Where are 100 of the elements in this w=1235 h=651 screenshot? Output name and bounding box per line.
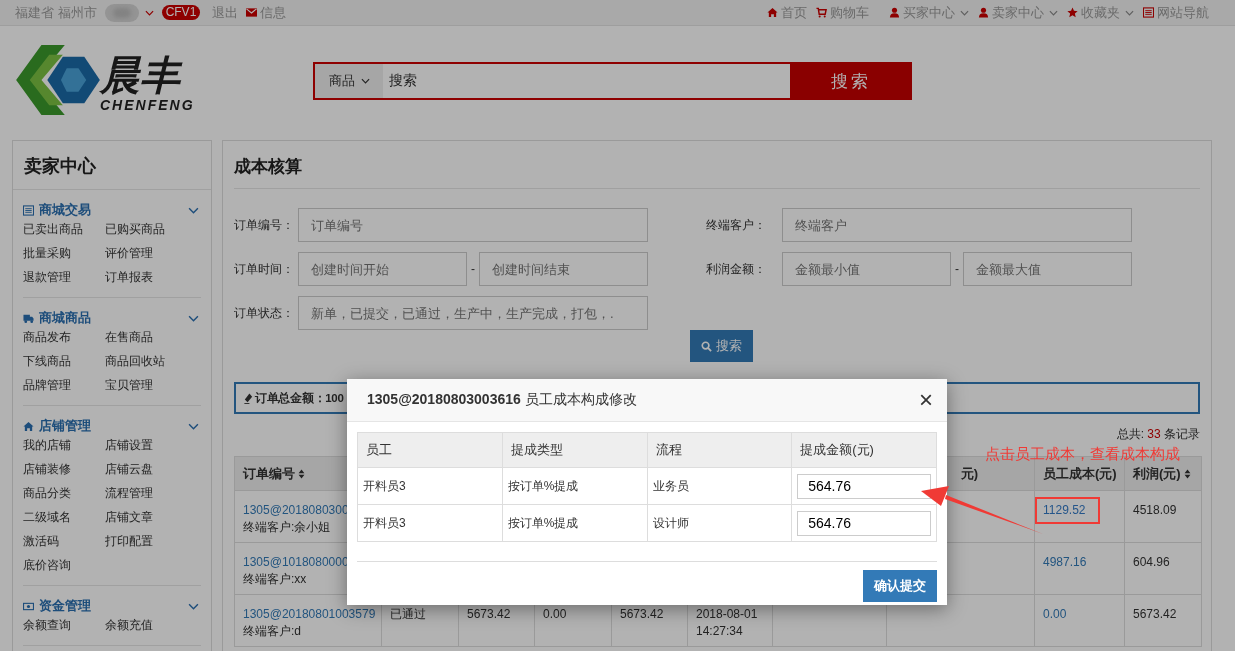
column-header: 提成金额(元) [791,432,937,468]
chevron-down-icon [360,78,370,84]
filter-field[interactable]: 终端客户 [782,208,1132,242]
filter-field[interactable]: 新单，已提交，已通过，生产中，生产完成，打包，. [298,296,648,330]
sidebar-link[interactable]: 已购买商品 [105,221,187,238]
filter-field[interactable]: 创建时间开始 [298,252,467,286]
column-header: 员工成本(元) [1043,464,1117,483]
page-title: 成本核算 [234,141,1200,189]
order-link[interactable]: 1305@2018080300 [243,503,349,517]
table-cell: 604.96 [1124,542,1202,595]
annotation-text: 点击员工成本，查看成本构成 [985,446,1180,463]
filter-label: 订单状态： [234,304,295,322]
sidebar-link[interactable]: 商品发布 [23,329,105,346]
table-cell: 5673.42 [1124,594,1202,647]
table-cell: 按订单%提成 [502,504,647,542]
banknote-icon [23,600,34,612]
sidebar-link[interactable]: 余额充值 [105,617,187,634]
user-icon [889,7,900,18]
sidebar-link[interactable]: 打印配置 [105,533,187,550]
column-header: 提成类型 [502,432,647,468]
logo-subtitle: CHENFENG [100,97,195,113]
record-count: 总共: 33 条记录 [1115,426,1200,443]
section-title[interactable]: 商城交易 [39,201,91,219]
column-header: 元) [960,464,978,483]
filter-field[interactable]: 订单编号 [298,208,648,242]
filter-field[interactable]: 金额最大值 [963,252,1132,286]
table-cell: 开料员3 [357,504,503,542]
order-link[interactable]: 1305@1018080000 [243,555,349,569]
filter-field[interactable]: 金额最小值 [782,252,951,286]
search-button[interactable]: 搜索 [790,62,912,100]
sidebar-link[interactable]: 批量采购 [23,245,105,262]
customer-text: 终端客户:余小姐 [243,520,331,534]
sidebar-link[interactable]: 品牌管理 [23,377,105,394]
customer-text: 终端客户:d [243,624,301,638]
cost-link[interactable]: 4987.16 [1043,555,1087,569]
sidebar-link[interactable]: 余额查询 [23,617,105,634]
table-cell: 按订单%提成 [502,467,647,505]
location-text: 福建省 福州市 [15,3,97,22]
envelope-icon [246,7,258,18]
sidebar-link[interactable]: 订单报表 [105,269,187,286]
customer-text: 终端客户:xx [243,572,307,586]
cart-icon [816,7,827,18]
sidebar-link[interactable]: 商品回收站 [105,353,187,370]
sidebar-link[interactable]: 已卖出商品 [23,221,105,238]
table-cell: 设计师 [647,504,792,542]
submit-button[interactable]: 确认提交 [863,570,937,602]
user-icon [978,7,989,18]
sidebar-link[interactable]: 流程管理 [105,485,187,502]
section-title[interactable]: 商城商品 [39,309,91,327]
chevron-down-icon[interactable] [144,9,154,16]
filter-label: 终端客户： [706,216,767,234]
close-button[interactable]: × [919,388,933,412]
sidebar-link[interactable]: 店铺装修 [23,461,105,478]
order-link[interactable]: 1305@20180801003579 [243,607,376,621]
filter-label: 订单时间： [234,260,295,278]
tag-icon [243,392,254,404]
chevron-down-icon[interactable] [188,314,199,322]
level-badge: CFV1 [161,5,201,20]
filter-field[interactable]: 创建时间结束 [479,252,648,286]
cost-link[interactable]: 1129.52 [1035,497,1100,524]
sidebar-link[interactable]: 下线商品 [23,353,105,370]
category-select[interactable]: 商品 [313,62,383,100]
search-field[interactable]: 搜索 [383,62,790,100]
filter-label: 订单编号： [234,216,295,234]
list-icon [1143,7,1154,18]
star-icon [1067,7,1078,18]
sidebar-link[interactable]: 店铺设置 [105,437,187,454]
table-cell: 业务员 [647,467,792,505]
section-title[interactable]: 资金管理 [39,597,91,615]
table-cell: 开料员3 [357,467,503,505]
range-separator: - [470,262,476,276]
filter-label: 利润金额： [706,260,767,278]
section-title[interactable]: 店铺管理 [39,417,91,435]
sidebar-link[interactable]: 在售商品 [105,329,187,346]
sidebar-link[interactable]: 退款管理 [23,269,105,286]
sidebar-link[interactable]: 评价管理 [105,245,187,262]
blurred-region [104,3,139,22]
logo-name: 晨丰 [100,53,195,97]
truck-icon [23,312,34,324]
dialog-title: 1305@20180803003616 员工成本构成修改 [367,391,637,409]
range-separator: - [954,262,960,276]
chevron-down-icon[interactable] [188,422,199,430]
cost-link[interactable]: 0.00 [1043,607,1067,621]
sidebar-link[interactable]: 底价咨询 [23,557,105,574]
search-icon [701,340,712,352]
sidebar-link[interactable]: 店铺文章 [105,509,187,526]
amount-field[interactable]: 564.76 [797,473,932,499]
sidebar-link[interactable]: 商品分类 [23,485,105,502]
sidebar-link[interactable]: 激活码 [23,533,105,550]
column-header: 员工 [357,432,503,468]
sidebar-link[interactable]: 宝贝管理 [105,377,187,394]
sidebar-link[interactable]: 我的店铺 [23,437,105,454]
chevron-down-icon[interactable] [188,206,199,214]
search-button[interactable]: 搜索 [690,330,753,362]
home-icon [23,420,34,432]
amount-field[interactable]: 564.76 [797,510,932,536]
chevron-down-icon[interactable] [188,602,199,610]
list-icon [23,204,34,216]
sidebar-link[interactable]: 二级域名 [23,509,105,526]
sidebar-link[interactable]: 店铺云盘 [105,461,187,478]
